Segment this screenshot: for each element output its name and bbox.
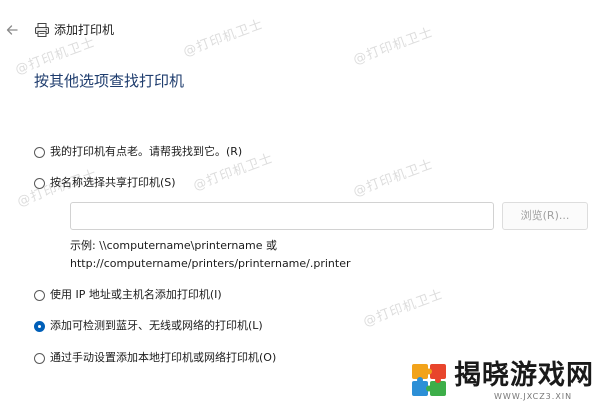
radio-button[interactable] xyxy=(34,289,45,301)
option-old-printer[interactable]: 我的打印机有点老。请帮我找到它。(R) xyxy=(34,144,242,160)
option-label: 通过手动设置添加本地打印机或网络打印机(O) xyxy=(50,351,277,364)
radio-button[interactable] xyxy=(34,146,45,158)
option-bluetooth-wireless[interactable]: 添加可检测到蓝牙、无线或网络的打印机(L) xyxy=(34,318,263,334)
option-ip-hostname[interactable]: 使用 IP 地址或主机名添加打印机(I) xyxy=(34,287,222,303)
brand-name: 揭晓游戏网 xyxy=(454,360,594,391)
page-heading: 按其他选项查找打印机 xyxy=(34,72,185,90)
option-shared-by-name[interactable]: 按名称选择共享打印机(S) xyxy=(34,175,176,191)
back-arrow-icon[interactable] xyxy=(4,22,20,38)
example-url-text: http://computername/printers/printername… xyxy=(70,257,351,270)
radio-button-selected[interactable] xyxy=(34,320,45,332)
puzzle-logo-icon xyxy=(412,364,446,396)
brand-url: WWW.JXCZ3.XIN xyxy=(494,392,573,401)
option-manual-local[interactable]: 通过手动设置添加本地打印机或网络打印机(O) xyxy=(34,350,276,366)
brand-watermark: 揭晓游戏网 WWW.JXCZ3.XIN xyxy=(410,358,596,402)
radio-button[interactable] xyxy=(34,177,45,189)
printer-icon xyxy=(35,23,49,37)
browse-button[interactable]: 浏览(R)... xyxy=(502,202,588,230)
option-label: 添加可检测到蓝牙、无线或网络的打印机(L) xyxy=(50,319,263,332)
option-label: 按名称选择共享打印机(S) xyxy=(50,176,176,189)
option-label: 我的打印机有点老。请帮我找到它。(R) xyxy=(50,145,243,158)
watermark-text: @打印机卫士 xyxy=(351,157,436,200)
shared-printer-path-input[interactable] xyxy=(70,202,494,230)
radio-button[interactable] xyxy=(34,352,45,364)
example-text: 示例: \\computername\printername 或 xyxy=(70,239,278,252)
window-title: 添加打印机 xyxy=(54,23,115,37)
option-label: 使用 IP 地址或主机名添加打印机(I) xyxy=(50,288,222,301)
title-bar: 添加打印机 xyxy=(0,0,600,56)
watermark-text: @打印机卫士 xyxy=(361,287,446,330)
